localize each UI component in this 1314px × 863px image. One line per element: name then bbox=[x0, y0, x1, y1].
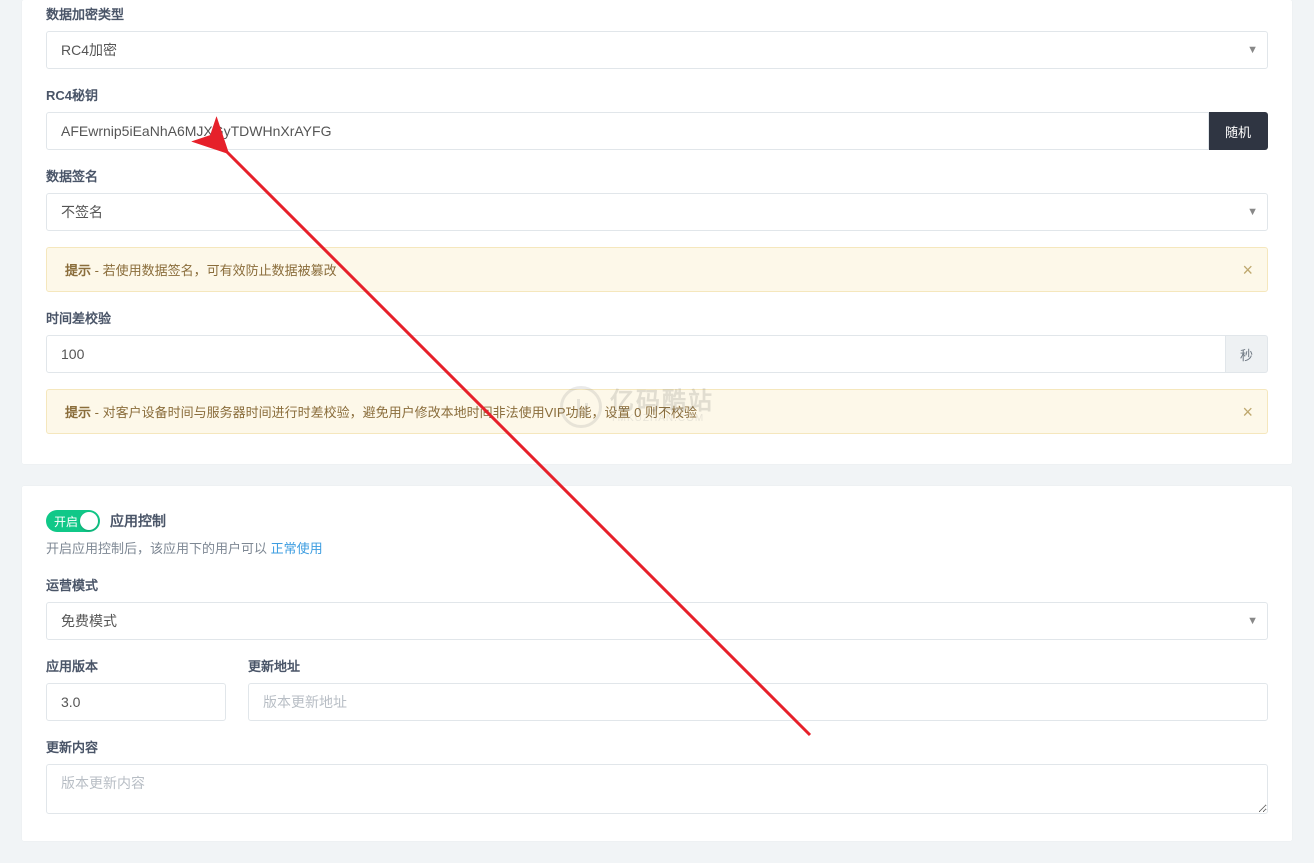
tip-text: - 若使用数据签名，可有效防止数据被篡改 bbox=[91, 263, 337, 278]
update-url-input[interactable] bbox=[248, 683, 1268, 721]
encryption-type-label: 数据加密类型 bbox=[46, 4, 1268, 23]
app-control-helper: 开启应用控制后，该应用下的用户可以 正常使用 bbox=[46, 538, 1268, 557]
signature-tip-alert: 提示 - 若使用数据签名，可有效防止数据被篡改 × bbox=[46, 247, 1268, 292]
app-control-title: 应用控制 bbox=[110, 511, 166, 531]
helper-prefix: 开启应用控制后，该应用下的用户可以 bbox=[46, 541, 271, 556]
tip-text: - 对客户设备时间与服务器时间进行时差校验，避免用户修改本地时间非法使用VIP功… bbox=[91, 405, 697, 420]
tip-prefix: 提示 bbox=[65, 263, 91, 278]
version-label: 应用版本 bbox=[46, 656, 226, 675]
close-alert-button[interactable]: × bbox=[1238, 399, 1257, 425]
opmode-label: 运营模式 bbox=[46, 575, 1268, 594]
timediff-tip-alert: 提示 - 对客户设备时间与服务器时间进行时差校验，避免用户修改本地时间非法使用V… bbox=[46, 389, 1268, 434]
close-alert-button[interactable]: × bbox=[1238, 257, 1257, 283]
rc4-key-input[interactable] bbox=[46, 112, 1209, 150]
signature-label: 数据签名 bbox=[46, 166, 1268, 185]
rc4-key-label: RC4秘钥 bbox=[46, 85, 1268, 104]
update-content-textarea[interactable] bbox=[46, 764, 1268, 814]
toggle-knob bbox=[80, 512, 98, 530]
timediff-unit: 秒 bbox=[1226, 335, 1268, 373]
encryption-type-select[interactable]: RC4加密 bbox=[46, 31, 1268, 69]
signature-select[interactable]: 不签名 bbox=[46, 193, 1268, 231]
opmode-select[interactable]: 免费模式 bbox=[46, 602, 1268, 640]
timediff-input[interactable] bbox=[46, 335, 1226, 373]
tip-prefix: 提示 bbox=[65, 405, 91, 420]
version-input[interactable] bbox=[46, 683, 226, 721]
app-control-toggle[interactable]: 开启 bbox=[46, 510, 100, 532]
toggle-on-label: 开启 bbox=[54, 513, 78, 530]
normal-use-link[interactable]: 正常使用 bbox=[271, 541, 323, 556]
close-icon: × bbox=[1242, 260, 1253, 280]
update-content-label: 更新内容 bbox=[46, 737, 1268, 756]
random-key-button[interactable]: 随机 bbox=[1209, 112, 1268, 150]
close-icon: × bbox=[1242, 402, 1253, 422]
timediff-label: 时间差校验 bbox=[46, 308, 1268, 327]
update-url-label: 更新地址 bbox=[248, 656, 1268, 675]
